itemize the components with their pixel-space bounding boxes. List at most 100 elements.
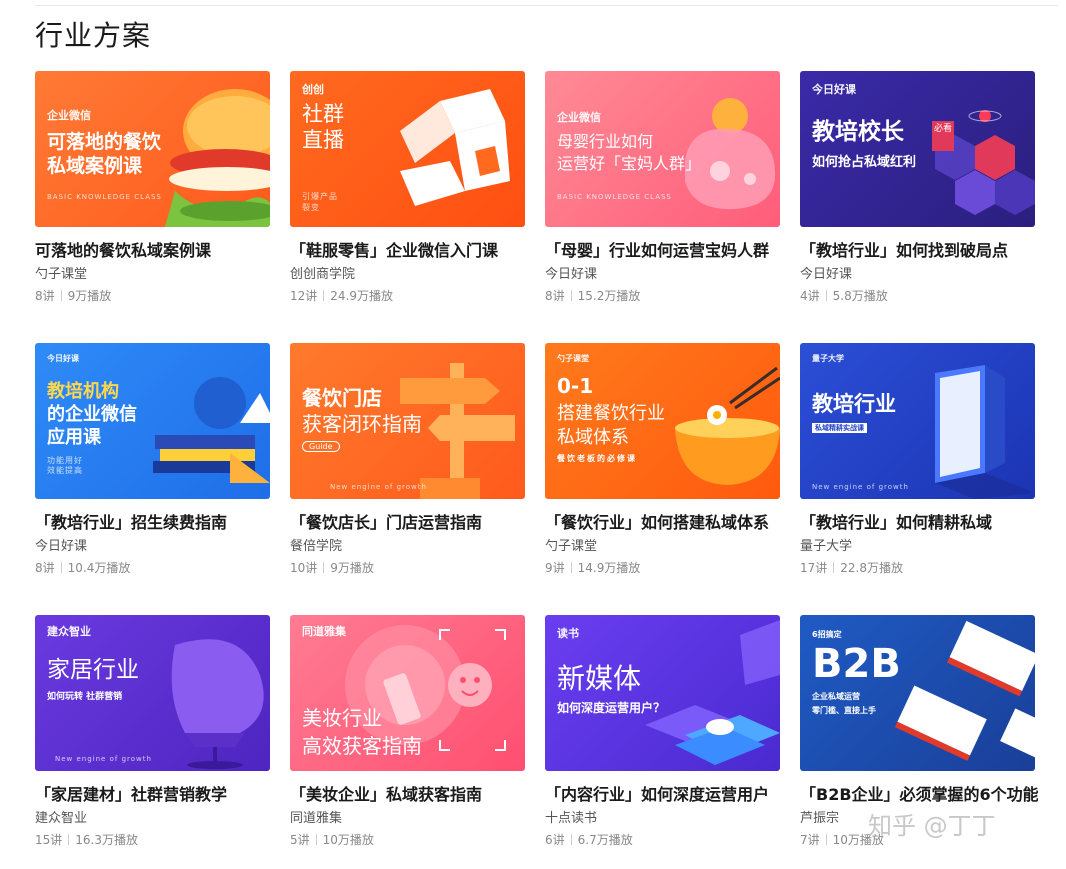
course-stats: 17讲 22.8万播放 bbox=[800, 559, 903, 576]
course-title[interactable]: 「教培行业」如何精耕私域 bbox=[800, 509, 1040, 533]
course-thumbnail[interactable]: 读书 新媒体 如何深度运营用户？ bbox=[545, 615, 780, 771]
course-thumbnail[interactable]: 建众智业 家居行业 如何玩转 社群营销 New engine of growth bbox=[35, 615, 270, 771]
course-title[interactable]: 「B2B企业」必须掌握的6个功能 bbox=[800, 781, 1038, 805]
course-card[interactable]: 同道雅集 美妆行业 高效获客指南 「美妆企业」私域获客指南 同道雅集 5讲 10万… bbox=[290, 615, 525, 847]
course-card[interactable]: 建众智业 家居行业 如何玩转 社群营销 New engine of growth… bbox=[35, 615, 270, 847]
course-title[interactable]: 「餐饮店长」门店运营指南 bbox=[290, 509, 530, 533]
course-card[interactable]: 读书 新媒体 如何深度运营用户？ 「内容行业」如何深度运营用户 十点读书 6讲 6… bbox=[545, 615, 780, 847]
thumb-line: 私域体系 bbox=[557, 427, 629, 448]
brand-label: 今日好课 bbox=[812, 83, 856, 96]
course-provider[interactable]: 餐倍学院 bbox=[290, 535, 342, 554]
course-title[interactable]: 「教培行业」招生续费指南 bbox=[35, 509, 275, 533]
thumb-line: 获客闭环指南 bbox=[302, 412, 422, 436]
thumb-line: 运营好「宝妈人群」 bbox=[557, 154, 702, 173]
play-count: 15.2万播放 bbox=[577, 289, 641, 303]
thumb-subtitle: 如何玩转 社群营销 bbox=[47, 692, 123, 702]
lesson-count: 8讲 bbox=[545, 289, 565, 303]
thumb-tagline: 效能提高 bbox=[47, 466, 83, 475]
course-provider[interactable]: 十点读书 bbox=[545, 807, 597, 826]
thumb-tagline: BASIC KNOWLEDGE CLASS bbox=[47, 193, 162, 201]
course-stats: 6讲 6.7万播放 bbox=[545, 831, 633, 848]
course-stats: 12讲 24.9万播放 bbox=[290, 287, 393, 304]
course-thumbnail[interactable]: 企业微信 母婴行业如何 运营好「宝妈人群」 BASIC KNOWLEDGE CL… bbox=[545, 71, 780, 227]
guide-pill: Guide bbox=[302, 441, 340, 452]
must-see-badge: 必看 bbox=[932, 121, 954, 151]
thumb-line: 美妆行业 bbox=[302, 706, 382, 730]
course-title[interactable]: 「美妆企业」私域获客指南 bbox=[290, 781, 530, 805]
course-title[interactable]: 「家居建材」社群营销教学 bbox=[35, 781, 275, 805]
door-illustration bbox=[935, 365, 1035, 499]
thumb-line: 直播 bbox=[302, 128, 344, 152]
course-provider[interactable]: 同道雅集 bbox=[290, 807, 342, 826]
thumb-tagline: BASIC KNOWLEDGE CLASS bbox=[557, 193, 672, 201]
stats-separator bbox=[323, 562, 325, 573]
course-provider[interactable]: 量子大学 bbox=[800, 535, 852, 554]
course-provider[interactable]: 今日好课 bbox=[800, 263, 852, 282]
course-card[interactable]: 创创 社群 直播 引爆产品 裂变 「鞋服零售」企业微信入门课 创创商学院 12讲… bbox=[290, 71, 525, 303]
brand-label: 同道雅集 bbox=[302, 625, 346, 638]
course-thumbnail[interactable]: 企业微信 可落地的餐饮 私域案例课 BASIC KNOWLEDGE CLASS bbox=[35, 71, 270, 227]
course-card[interactable]: 勺子课堂 0-1 搭建餐饮行业 私域体系 餐饮老板的必修课 「餐饮行业」如何搭建… bbox=[545, 343, 780, 575]
stats-separator bbox=[570, 562, 572, 573]
course-title[interactable]: 「母婴」行业如何运营宝妈人群 bbox=[545, 237, 785, 261]
play-count: 16.3万播放 bbox=[75, 833, 139, 847]
course-provider[interactable]: 创创商学院 bbox=[290, 263, 355, 282]
thumb-number: 0-1 bbox=[557, 374, 594, 398]
course-provider[interactable]: 勺子课堂 bbox=[545, 535, 597, 554]
course-card[interactable]: 企业微信 母婴行业如何 运营好「宝妈人群」 BASIC KNOWLEDGE CL… bbox=[545, 71, 780, 303]
course-title[interactable]: 「餐饮行业」如何搭建私域体系 bbox=[545, 509, 785, 533]
brand-label: 企业微信 bbox=[557, 111, 601, 124]
course-title[interactable]: 「内容行业」如何深度运营用户 bbox=[545, 781, 785, 805]
lesson-count: 17讲 bbox=[800, 561, 828, 575]
course-card[interactable]: 企业微信 可落地的餐饮 私域案例课 BASIC KNOWLEDGE CLASS … bbox=[35, 71, 270, 303]
brand-label: 勺子课堂 bbox=[557, 354, 589, 363]
thumb-tagline: New engine of growth bbox=[812, 483, 909, 491]
course-thumbnail[interactable]: 同道雅集 美妆行业 高效获客指南 bbox=[290, 615, 525, 771]
thumb-line: 教培行业 bbox=[812, 392, 896, 416]
course-thumbnail[interactable]: 今日好课 教培机构 的企业微信 应用课 功能用好 效能提高 bbox=[35, 343, 270, 499]
thumb-tagline: 引爆产品 bbox=[302, 192, 338, 201]
play-count: 9万播放 bbox=[330, 561, 374, 575]
course-provider[interactable]: 今日好课 bbox=[35, 535, 87, 554]
play-count: 9万播放 bbox=[67, 289, 112, 303]
thumb-line: 搭建餐饮行业 bbox=[557, 403, 665, 424]
thumb-subtitle: 如何抢占私域红利 bbox=[812, 155, 917, 170]
course-provider[interactable]: 芦振宗 bbox=[800, 807, 839, 826]
course-card[interactable]: 今日好课 教培机构 的企业微信 应用课 功能用好 效能提高 「教培行业」招生续费… bbox=[35, 343, 270, 575]
course-title[interactable]: 「教培行业」如何找到破局点 bbox=[800, 237, 1040, 261]
play-count: 5.8万播放 bbox=[832, 289, 888, 303]
watermark: 知乎 @丁丁 bbox=[868, 812, 996, 840]
thumb-line: 私域案例课 bbox=[47, 155, 143, 177]
course-card[interactable]: 量子大学 教培行业 私域精耕实战课 New engine of growth 「… bbox=[800, 343, 1035, 575]
course-provider[interactable]: 建众智业 bbox=[35, 807, 87, 826]
course-card[interactable]: 餐饮门店 获客闭环指南 Guide New engine of growth 「… bbox=[290, 343, 525, 575]
course-thumbnail[interactable]: 今日好课 教培校长 必看 如何抢占私域红利 bbox=[800, 71, 1035, 227]
course-thumbnail[interactable]: 勺子课堂 0-1 搭建餐饮行业 私域体系 餐饮老板的必修课 bbox=[545, 343, 780, 499]
course-provider[interactable]: 勺子课堂 bbox=[35, 263, 87, 282]
play-count: 10.4万播放 bbox=[67, 561, 131, 575]
course-stats: 8讲 9万播放 bbox=[35, 287, 111, 304]
thumb-tagline: New engine of growth bbox=[55, 755, 152, 763]
stats-separator bbox=[833, 562, 835, 573]
play-count: 22.8万播放 bbox=[840, 561, 904, 575]
course-card[interactable]: 今日好课 教培校长 必看 如何抢占私域红利 「教培行业」如何找到破局点 今日好课… bbox=[800, 71, 1035, 303]
course-stats: 8讲 10.4万播放 bbox=[35, 559, 130, 576]
thumb-subtitle: 私域精耕实战课 bbox=[812, 423, 867, 433]
lesson-count: 15讲 bbox=[35, 833, 63, 847]
course-thumbnail[interactable]: 餐饮门店 获客闭环指南 Guide New engine of growth bbox=[290, 343, 525, 499]
thumb-subtitle: 企业私域运营 bbox=[812, 692, 860, 701]
brand-label: 企业微信 bbox=[47, 109, 91, 122]
course-stats: 5讲 10万播放 bbox=[290, 831, 374, 848]
play-count: 6.7万播放 bbox=[577, 833, 633, 847]
course-title[interactable]: 「鞋服零售」企业微信入门课 bbox=[290, 237, 530, 261]
thumb-pretitle: 6招搞定 bbox=[812, 630, 842, 639]
course-title[interactable]: 可落地的餐饮私域案例课 bbox=[35, 237, 275, 261]
brand-label: 创创 bbox=[302, 83, 324, 96]
thumb-subtitle: 如何深度运营用户？ bbox=[557, 701, 666, 715]
course-card[interactable]: 6招搞定 B2B 企业私域运营 零门槛、直接上手 「B2B企业」必须掌握的6个功… bbox=[800, 615, 1038, 847]
stats-separator bbox=[323, 290, 325, 301]
course-provider[interactable]: 今日好课 bbox=[545, 263, 597, 282]
course-thumbnail[interactable]: 创创 社群 直播 引爆产品 裂变 bbox=[290, 71, 525, 227]
course-thumbnail[interactable]: 6招搞定 B2B 企业私域运营 零门槛、直接上手 bbox=[800, 615, 1035, 771]
course-thumbnail[interactable]: 量子大学 教培行业 私域精耕实战课 New engine of growth bbox=[800, 343, 1035, 499]
